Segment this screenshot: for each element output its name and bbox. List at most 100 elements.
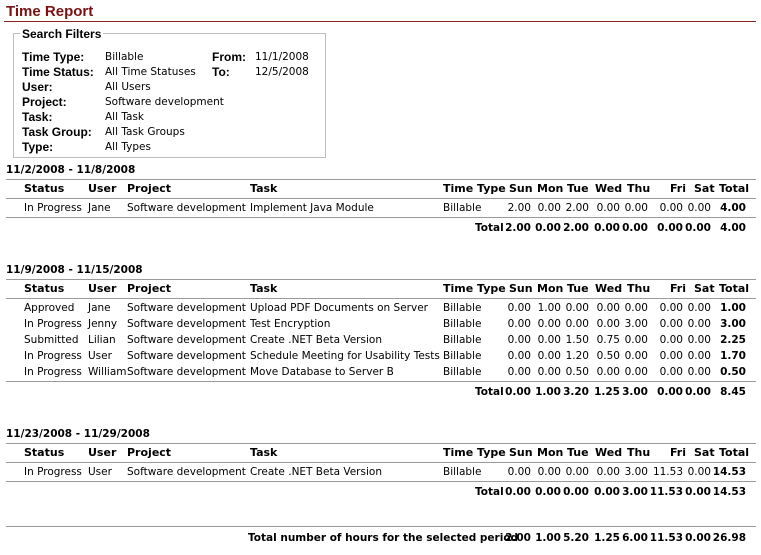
week-grand-total: 4.00 xyxy=(720,222,746,234)
row-hours-sat: 0.00 xyxy=(687,366,711,378)
filter-label: Task: xyxy=(22,110,53,124)
column-header-sun: Sun xyxy=(509,182,533,195)
column-header-wed: Wed xyxy=(595,282,623,295)
filter-label: Time Status: xyxy=(22,65,94,79)
column-header-sun: Sun xyxy=(509,446,533,459)
column-header-sat: Sat xyxy=(694,182,715,195)
column-header-fri: Fri xyxy=(670,182,687,195)
column-header-total: Total xyxy=(719,446,750,459)
row-hours-thu: 0.00 xyxy=(624,334,648,346)
row-hours-mon: 0.00 xyxy=(537,334,561,346)
row-user: Jenny xyxy=(88,318,118,330)
divider xyxy=(6,526,756,527)
column-header-thu: Thu xyxy=(627,282,651,295)
row-task: Move Database to Server B xyxy=(250,366,394,378)
row-hours-tue: 2.00 xyxy=(565,202,589,214)
row-user: User xyxy=(88,350,112,362)
row-hours-fri: 0.00 xyxy=(659,334,683,346)
week-total-sun: 2.00 xyxy=(505,222,531,234)
row-time-type: Billable xyxy=(443,318,482,330)
week-range: 11/2/2008 - 11/8/2008 xyxy=(6,164,136,176)
row-hours-thu: 3.00 xyxy=(624,466,648,478)
period-total-sat: 0.00 xyxy=(685,532,711,544)
divider xyxy=(6,298,756,299)
week-total-thu: 3.00 xyxy=(622,486,648,498)
column-header-task: Task xyxy=(250,182,278,195)
filter-label: Task Group: xyxy=(22,125,92,139)
column-header-thu: Thu xyxy=(627,446,651,459)
column-header-fri: Fri xyxy=(670,446,687,459)
row-hours-thu: 0.00 xyxy=(624,366,648,378)
column-header-status: Status xyxy=(24,282,65,295)
row-hours-sat: 0.00 xyxy=(687,466,711,478)
week-total-wed: 0.00 xyxy=(594,222,620,234)
column-header-thu: Thu xyxy=(627,182,651,195)
divider xyxy=(6,198,756,199)
row-status: In Progress xyxy=(24,350,82,362)
row-hours-tue: 0.00 xyxy=(565,318,589,330)
column-header-tue: Tue xyxy=(567,282,589,295)
week-total-sun: 0.00 xyxy=(505,486,531,498)
week-total-label: Total xyxy=(475,486,504,498)
filter-value: All Types xyxy=(105,141,151,153)
column-header-status: Status xyxy=(24,182,65,195)
filter-value: All Users xyxy=(105,81,151,93)
row-hours-fri: 0.00 xyxy=(659,302,683,314)
period-total-sun: 2.00 xyxy=(505,532,531,544)
week-total-sun: 0.00 xyxy=(505,386,531,398)
column-header-total: Total xyxy=(719,282,750,295)
row-hours-wed: 0.00 xyxy=(596,466,620,478)
row-user: User xyxy=(88,466,112,478)
row-task: Create .NET Beta Version xyxy=(250,334,382,346)
row-task: Test Encryption xyxy=(250,318,331,330)
row-hours-mon: 1.00 xyxy=(537,302,561,314)
week-range: 11/9/2008 - 11/15/2008 xyxy=(6,264,143,276)
column-header-time-type: Time Type xyxy=(443,446,506,459)
column-header-wed: Wed xyxy=(595,446,623,459)
column-header-project: Project xyxy=(127,182,172,195)
row-hours-mon: 0.00 xyxy=(537,202,561,214)
row-hours-sat: 0.00 xyxy=(687,302,711,314)
column-header-user: User xyxy=(88,282,117,295)
row-hours-fri: 0.00 xyxy=(659,366,683,378)
filter-label: User: xyxy=(22,80,53,94)
row-hours-thu: 0.00 xyxy=(624,350,648,362)
week-grand-total: 8.45 xyxy=(720,386,746,398)
column-header-status: Status xyxy=(24,446,65,459)
column-header-mon: Mon xyxy=(537,446,564,459)
row-hours-tue: 1.50 xyxy=(565,334,589,346)
column-header-mon: Mon xyxy=(537,182,564,195)
filter-to-value: 12/5/2008 xyxy=(255,66,309,78)
row-hours-sun: 0.00 xyxy=(507,334,531,346)
row-hours-tue: 0.50 xyxy=(565,366,589,378)
row-status: In Progress xyxy=(24,366,82,378)
search-filters-panel: Search Filters Time Type: Billable Time St… xyxy=(13,27,326,158)
row-hours-wed: 0.00 xyxy=(596,318,620,330)
row-hours-wed: 0.50 xyxy=(596,350,620,362)
filter-value: All Task Groups xyxy=(105,126,185,138)
period-grand-total: 26.98 xyxy=(712,532,746,544)
row-hours-sun: 0.00 xyxy=(507,318,531,330)
column-header-sat: Sat xyxy=(694,282,715,295)
week-total-thu: 0.00 xyxy=(622,222,648,234)
row-time-type: Billable xyxy=(443,302,482,314)
row-hours-thu: 0.00 xyxy=(624,302,648,314)
column-header-time-type: Time Type xyxy=(443,282,506,295)
title-divider xyxy=(4,21,756,22)
row-project: Software development xyxy=(127,334,246,346)
filter-value: All Time Statuses xyxy=(105,66,196,78)
row-total: 2.25 xyxy=(720,334,746,346)
row-status: In Progress xyxy=(24,466,82,478)
row-status: In Progress xyxy=(24,202,82,214)
column-header-time-type: Time Type xyxy=(443,182,506,195)
week-total-wed: 0.00 xyxy=(594,486,620,498)
column-header-user: User xyxy=(88,182,117,195)
row-total: 3.00 xyxy=(720,318,746,330)
divider xyxy=(6,462,756,463)
row-user: Lilian xyxy=(88,334,116,346)
row-task: Upload PDF Documents on Server xyxy=(250,302,428,314)
row-project: Software development xyxy=(127,466,246,478)
row-hours-wed: 0.00 xyxy=(596,302,620,314)
row-hours-sun: 0.00 xyxy=(507,350,531,362)
row-hours-wed: 0.00 xyxy=(596,366,620,378)
